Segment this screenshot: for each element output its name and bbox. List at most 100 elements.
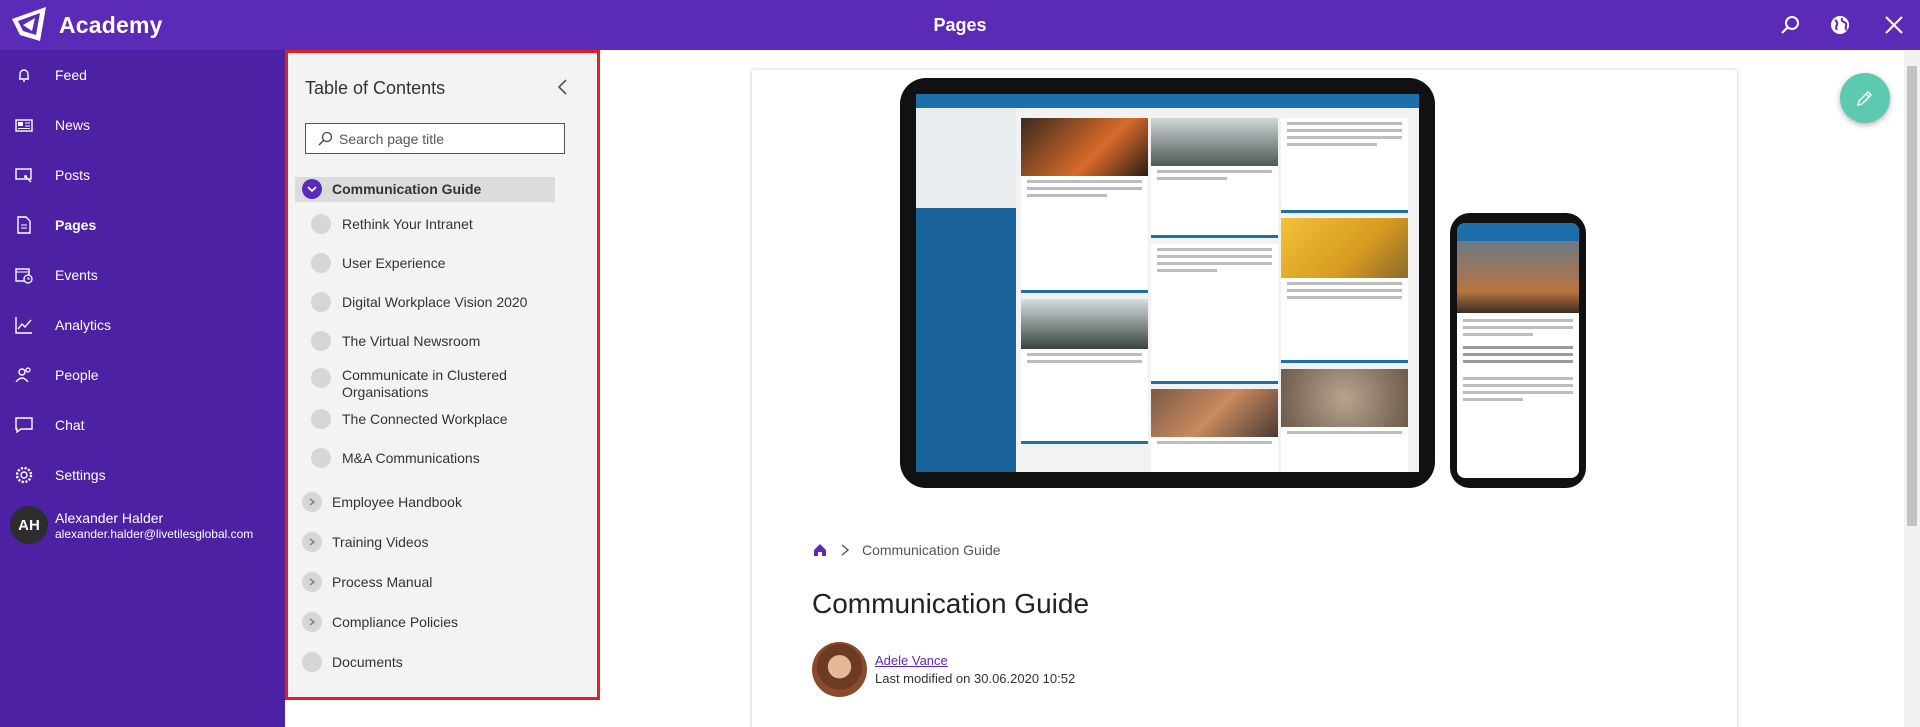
- nav-label: Chat: [55, 417, 85, 433]
- toc-title: Table of Contents: [305, 78, 446, 98]
- toc-item-user-experience[interactable]: User Experience: [288, 251, 593, 276]
- toc-item-compliance-policies[interactable]: Compliance Policies: [288, 610, 593, 635]
- toc-item-label: Employee Handbook: [332, 494, 462, 510]
- left-nav: Feed News Posts Pages Events Analytics P…: [0, 50, 285, 727]
- chevron-down-icon[interactable]: [302, 179, 322, 199]
- academy-logo-icon: [12, 7, 46, 41]
- calendar-icon: [15, 268, 33, 284]
- bullet-icon: [302, 652, 322, 672]
- nav-item-settings[interactable]: Settings: [0, 455, 285, 495]
- pencil-icon: [1857, 91, 1872, 106]
- bullet-icon: [311, 368, 331, 388]
- page-heading: Communication Guide: [812, 588, 1090, 619]
- author-info: Adele Vance Last modified on 30.06.2020 …: [812, 642, 1075, 697]
- user-profile[interactable]: AH Alexander Halder alexander.halder@liv…: [10, 506, 253, 544]
- nav-item-analytics[interactable]: Analytics: [0, 305, 285, 345]
- toc-item-digital-workplace-vision[interactable]: Digital Workplace Vision 2020: [288, 290, 593, 315]
- edit-page-button[interactable]: [1840, 73, 1890, 123]
- toc-item-documents[interactable]: Documents: [288, 650, 593, 675]
- brand-name: Academy: [59, 11, 163, 38]
- chevron-right-icon[interactable]: [302, 492, 322, 512]
- toc-item-label: Compliance Policies: [332, 614, 459, 630]
- toc-item-label: Rethink Your Intranet: [342, 216, 473, 232]
- toc-search-input[interactable]: [339, 130, 559, 147]
- nav-label: Events: [55, 267, 98, 283]
- toc-item-training-videos[interactable]: Training Videos: [288, 530, 593, 555]
- top-bar: Academy Pages: [0, 0, 1920, 50]
- home-icon[interactable]: [812, 542, 828, 558]
- gear-icon: [15, 466, 33, 484]
- toc-item-ma-communications[interactable]: M&A Communications: [288, 446, 593, 471]
- chevron-right-icon[interactable]: [302, 612, 322, 632]
- scrollbar-thumb[interactable]: [1907, 66, 1917, 526]
- avatar: AH: [10, 506, 48, 544]
- people-icon: [15, 367, 31, 383]
- chat-icon: [15, 417, 33, 434]
- hero-image-phone: [1450, 213, 1586, 488]
- author-link[interactable]: Adele Vance: [875, 653, 1075, 668]
- analytics-icon: [15, 317, 32, 334]
- toc-item-label: The Connected Workplace: [342, 411, 508, 427]
- chevron-left-icon[interactable]: [553, 77, 573, 97]
- toc-item-label: Communicate in Clustered Organisations: [342, 367, 507, 400]
- bullet-icon: [311, 331, 331, 351]
- nav-item-people[interactable]: People: [0, 355, 285, 395]
- nav-label: Analytics: [55, 317, 112, 333]
- toc-item-label: The Virtual Newsroom: [342, 333, 481, 349]
- search-icon: [318, 131, 333, 145]
- chevron-right-icon[interactable]: [302, 572, 322, 592]
- toc-item-employee-handbook[interactable]: Employee Handbook: [288, 490, 593, 515]
- bell-icon: [19, 69, 29, 82]
- scrollbar[interactable]: [1904, 50, 1920, 727]
- toc-item-process-manual[interactable]: Process Manual: [288, 570, 593, 595]
- bullet-icon: [311, 409, 331, 429]
- posts-icon: [15, 168, 32, 183]
- nav-label: Feed: [55, 67, 87, 83]
- nav-item-pages[interactable]: Pages: [0, 205, 285, 245]
- last-modified: Last modified on 30.06.2020 10:52: [875, 671, 1076, 686]
- toc-item-label: Process Manual: [332, 574, 433, 590]
- toc-item-label: Training Videos: [332, 534, 429, 550]
- toc-item-label: Communication Guide: [332, 181, 482, 197]
- news-icon: [15, 119, 33, 132]
- nav-item-posts[interactable]: Posts: [0, 155, 285, 195]
- page-title: Pages: [933, 15, 987, 35]
- close-icon[interactable]: [1880, 11, 1908, 39]
- nav-item-news[interactable]: News: [0, 105, 285, 145]
- toc-item-virtual-newsroom[interactable]: The Virtual Newsroom: [288, 329, 593, 354]
- toc-item-label: Documents: [332, 654, 403, 670]
- chevron-right-icon[interactable]: [302, 532, 322, 552]
- hero-image-tablet: [900, 78, 1435, 488]
- breadcrumb: Communication Guide: [812, 542, 1001, 558]
- toc-search-box: [305, 123, 565, 154]
- chevron-right-icon: [841, 544, 850, 556]
- toc-item-label: M&A Communications: [342, 450, 480, 466]
- brand[interactable]: Academy: [10, 5, 163, 45]
- breadcrumb-current: Communication Guide: [862, 542, 1001, 558]
- toc-item-connected-workplace[interactable]: The Connected Workplace: [288, 407, 593, 432]
- bullet-icon: [311, 214, 331, 234]
- bullet-icon: [311, 253, 331, 273]
- table-of-contents-panel: Table of Contents Communication Guide Re…: [285, 50, 600, 700]
- nav-label: Pages: [55, 217, 97, 233]
- page-icon: [17, 216, 31, 234]
- toc-item-label: Digital Workplace Vision 2020: [342, 294, 528, 310]
- search-icon[interactable]: [1776, 11, 1804, 39]
- user-name: Alexander Halder: [55, 509, 164, 526]
- author-avatar: [812, 642, 867, 697]
- nav-item-chat[interactable]: Chat: [0, 405, 285, 445]
- nav-label: News: [55, 117, 91, 133]
- nav-label: Settings: [55, 467, 106, 483]
- toc-item-label: User Experience: [342, 255, 446, 271]
- globe-icon[interactable]: [1826, 11, 1854, 39]
- bullet-icon: [311, 292, 331, 312]
- toc-item-rethink-your-intranet[interactable]: Rethink Your Intranet: [288, 212, 593, 237]
- nav-item-feed[interactable]: Feed: [0, 55, 285, 95]
- user-email: alexander.halder@livetilesglobal.com: [55, 526, 254, 541]
- toc-item-communication-guide[interactable]: Communication Guide: [288, 177, 593, 202]
- toc-item-clustered-organisations[interactable]: Communicate in Clustered Organisations: [288, 366, 593, 402]
- nav-item-events[interactable]: Events: [0, 255, 285, 295]
- bullet-icon: [311, 448, 331, 468]
- nav-label: People: [55, 367, 99, 383]
- nav-label: Posts: [55, 167, 91, 183]
